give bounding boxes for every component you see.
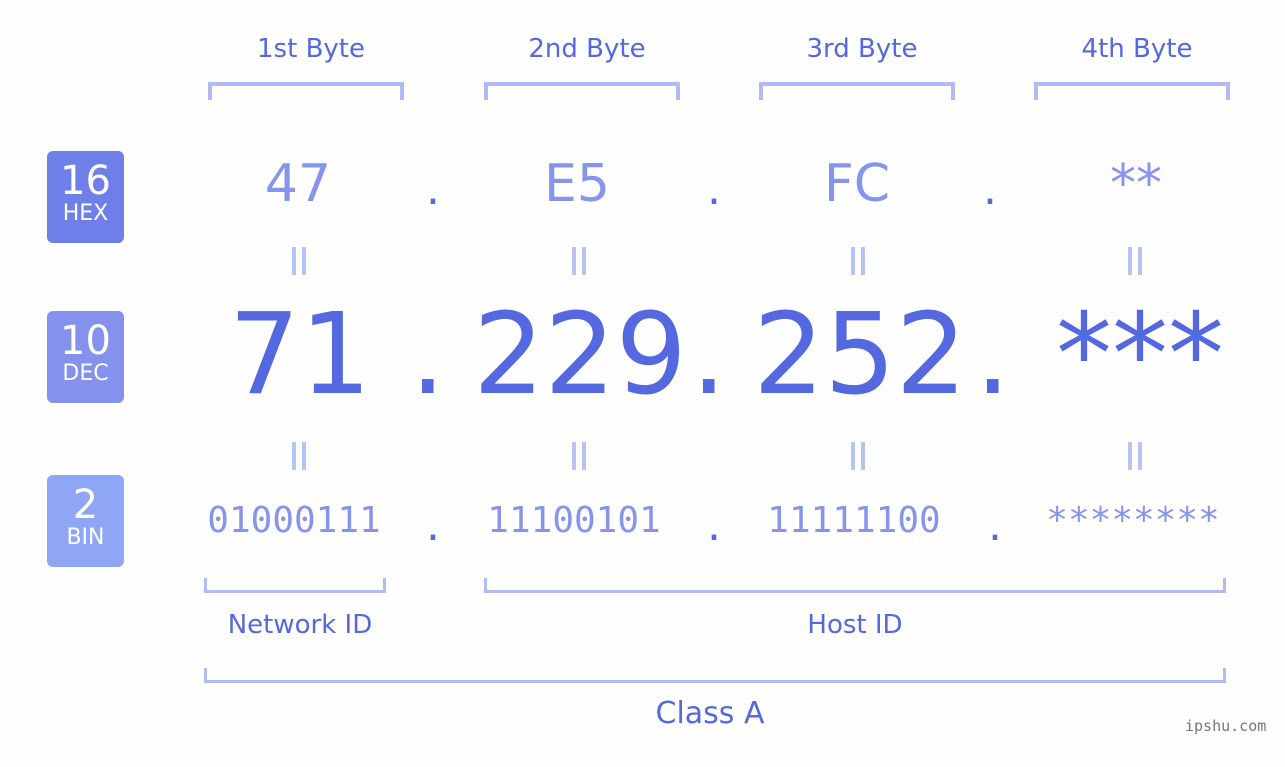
equals-icon	[1128, 247, 1142, 275]
hex-badge-label: HEX	[62, 201, 109, 226]
hex-separator-1: .	[426, 164, 440, 215]
byte-header-4: 4th Byte	[1081, 34, 1193, 64]
hex-byte-2: E5	[544, 154, 610, 214]
bin-separator-3: .	[988, 500, 1002, 551]
byte-bracket-2	[484, 82, 680, 100]
bin-byte-2: 11100101	[487, 500, 661, 541]
byte-bracket-1	[208, 82, 404, 100]
bin-badge: 2 BIN	[47, 475, 124, 567]
bin-byte-1: 01000111	[207, 500, 381, 541]
bin-separator-2: .	[707, 500, 721, 551]
bin-byte-4: ********	[1046, 500, 1220, 541]
hex-byte-4: **	[1110, 154, 1162, 214]
class-bracket	[204, 668, 1226, 683]
network-id-bracket	[204, 578, 386, 593]
bin-separator-1: .	[426, 500, 440, 551]
bin-badge-label: BIN	[66, 525, 105, 550]
hex-badge-number: 16	[60, 158, 111, 204]
equals-icon	[292, 442, 306, 470]
equals-icon	[851, 247, 865, 275]
dec-separator-3: .	[975, 290, 1011, 420]
class-label: Class A	[655, 696, 765, 731]
host-id-label: Host ID	[807, 610, 903, 640]
equals-icon	[1128, 442, 1142, 470]
equals-icon	[572, 442, 586, 470]
equals-icon	[292, 247, 306, 275]
host-id-bracket	[484, 578, 1226, 593]
hex-byte-1: 47	[264, 154, 332, 214]
dec-separator-1: .	[410, 290, 446, 420]
dec-separator-2: .	[691, 290, 727, 420]
dec-byte-4: ***	[1056, 290, 1224, 420]
dec-byte-3: 252	[753, 290, 967, 420]
equals-icon	[851, 442, 865, 470]
bin-badge-number: 2	[72, 482, 99, 528]
dec-byte-1: 71	[228, 290, 372, 420]
byte-bracket-4	[1034, 82, 1230, 100]
byte-bracket-3	[759, 82, 955, 100]
watermark: ipshu.com	[1185, 717, 1267, 735]
byte-header-2: 2nd Byte	[528, 34, 646, 64]
byte-header-3: 3rd Byte	[806, 34, 918, 64]
dec-badge-label: DEC	[62, 361, 109, 386]
hex-separator-3: .	[983, 164, 997, 215]
byte-header-1: 1st Byte	[257, 34, 365, 64]
dec-badge-number: 10	[60, 318, 111, 364]
network-id-label: Network ID	[227, 610, 373, 640]
hex-badge: 16 HEX	[47, 151, 124, 243]
dec-byte-2: 229	[473, 290, 687, 420]
bin-byte-3: 11111100	[767, 500, 941, 541]
equals-icon	[572, 247, 586, 275]
dec-badge: 10 DEC	[47, 311, 124, 403]
hex-byte-3: FC	[823, 154, 891, 214]
hex-separator-2: .	[707, 164, 721, 215]
